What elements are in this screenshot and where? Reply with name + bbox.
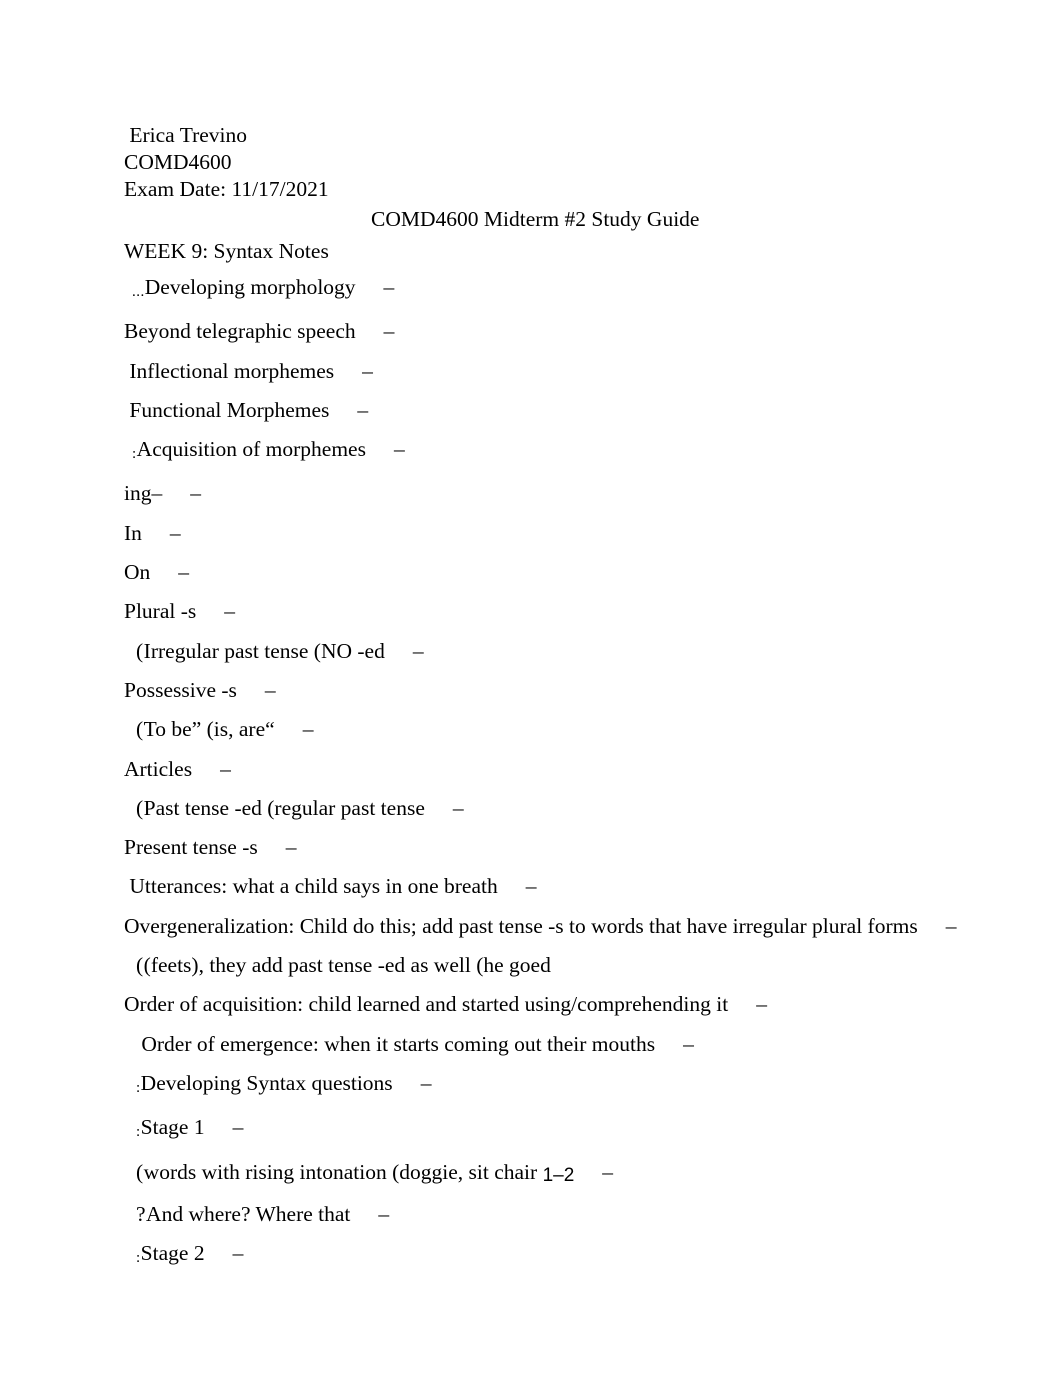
outline-entry-text: (feets), they add past tense -ed as well… [143,953,551,978]
outline-entry: ?And where? Where that – [124,1195,954,1234]
bidi-lead-mark: ( [136,953,144,978]
bullet-dash-marker: – [178,560,190,585]
bullet-dash-marker: – [357,397,369,422]
outline-entry-text: Stage 1 [140,1115,205,1140]
bidi-lead-mark: ( [136,717,144,742]
bullet-dash-marker: – [362,358,373,383]
outline-entry-text: Stage 2 [140,1241,205,1266]
outline-entry-text: To be” (is, are“ [143,717,275,742]
bullet-dash-marker: – [302,717,314,742]
outline-entry: Functional Morphemes – [124,391,954,430]
outline-entry: :Acquisition of morphemes – [124,430,954,474]
outline-entry: ing– – [124,474,954,513]
outline-entry: (Past tense -ed (regular past tense – [124,789,954,828]
outline-entry-text: Articles [124,756,193,781]
outline-entry-text: Past tense -ed (regular past tense [143,795,425,820]
outline-entry-text: Present tense -s [124,835,258,860]
outline-entry: Order of emergence: when it starts comin… [124,1025,954,1064]
bullet-dash-marker: – [264,677,276,702]
bidi-lead-mark: ( [136,1159,144,1184]
outline-entry-text: ing– [124,481,163,506]
outline-entry-text: Possessive -s [124,677,237,702]
document-body: Erica Trevino COMD4600 Exam Date: 11/17/… [124,122,957,1278]
bullet-dash-marker: – [224,599,236,624]
outline-entry: Present tense -s – [124,828,954,867]
outline-entry: ((feets), they add past tense -ed as wel… [124,946,954,985]
bullet-dash-marker: – [383,319,395,344]
bullet-dash-marker: – [683,1031,694,1056]
outline-entry: Order of acquisition: child learned and … [124,985,954,1024]
outline-entry-text: Irregular past tense (NO -ed [143,638,385,663]
outline-entry-text: Order of emergence: when it starts comin… [136,1031,656,1056]
outline-entry-text: Utterances: what a child says in one bre… [124,874,498,899]
bullet-dash-marker: – [383,275,395,299]
bullet-dash-marker: – [945,913,957,938]
outline-entry-text: And where? Where that [146,1201,351,1226]
bidi-lead-mark: ... [132,284,145,300]
outline-entry: On – [124,553,954,592]
outline-entry-text: Functional Morphemes [124,397,330,422]
bullet-dash-marker: – [285,835,297,860]
outline-entry-text: Beyond telegraphic speech [124,319,356,344]
outline-entry: Inflectional morphemes – [124,352,954,391]
outline-entry-text: Inflectional morphemes [124,358,335,383]
bullet-dash-marker: – [378,1201,390,1226]
outline-entry-list: ...Developing morphology – Beyond telegrap… [124,268,957,1278]
outline-entry: :Stage 1– [124,1108,954,1152]
section-heading-week9: WEEK 9: Syntax Notes [124,239,329,263]
bullet-dash-marker: – [525,874,537,899]
outline-entry: Beyond telegraphic speech – [124,312,954,351]
exam-date-line: Exam Date: 11/17/2021 [124,177,329,201]
outline-entry: Articles – [124,750,954,789]
outline-entry-alt-text: 1–2 [542,1164,575,1186]
bullet-dash-marker: – [232,1115,244,1140]
bidi-lead-mark: ( [136,795,144,820]
bullet-dash-marker: – [756,992,767,1017]
bullet-dash-marker: – [412,638,424,663]
outline-entry: Utterances: what a child says in one bre… [124,867,954,906]
outline-entry: In – [124,514,954,553]
bullet-dash-marker: – [452,795,464,820]
outline-entry-text: Developing Syntax questions [140,1070,393,1095]
bidi-lead-mark: ( [136,638,144,663]
course-code-line: COMD4600 [124,150,232,174]
outline-entry-text: Overgeneralization: Child do this; add p… [124,913,918,938]
outline-entry: Possessive -s – [124,671,954,710]
outline-entry-text: Developing morphology [144,275,356,299]
bullet-dash-marker: – [232,1241,244,1266]
bullet-dash-marker: – [420,1070,432,1095]
outline-entry-text: In [124,520,142,545]
bullet-dash-marker: – [393,437,405,462]
outline-entry-text: Acquisition of morphemes [136,437,366,462]
outline-entry: :Developing Syntax questions – [124,1064,954,1108]
outline-entry-text: Plural -s [124,599,197,624]
outline-entry: (words with rising intonation (doggie, s… [124,1153,954,1195]
bullet-dash-marker: – [602,1159,614,1184]
outline-entry: :Stage 2– [124,1234,954,1278]
document-title: COMD4600 Midterm #2 Study Guide [371,207,700,231]
outline-entry: (To be” (is, are“ – [124,710,954,749]
outline-entry: (Irregular past tense (NO -ed – [124,632,954,671]
bidi-lead-mark: ? [136,1201,147,1226]
outline-entry: Overgeneralization: Child do this; add p… [124,907,957,946]
outline-entry: ...Developing morphology – [124,268,954,312]
bullet-dash-marker: – [190,481,201,506]
author-line: Erica Trevino [124,123,248,147]
outline-entry: Plural -s – [124,592,954,631]
outline-entry-text: Order of acquisition: child learned and … [124,992,729,1017]
outline-entry-text: words with rising intonation (doggie, si… [143,1159,543,1184]
bullet-dash-marker: – [169,520,181,545]
document-page: Erica Trevino COMD4600 Exam Date: 11/17/… [0,0,1062,1377]
outline-entry-text: On [124,560,151,585]
bullet-dash-marker: – [220,756,231,781]
